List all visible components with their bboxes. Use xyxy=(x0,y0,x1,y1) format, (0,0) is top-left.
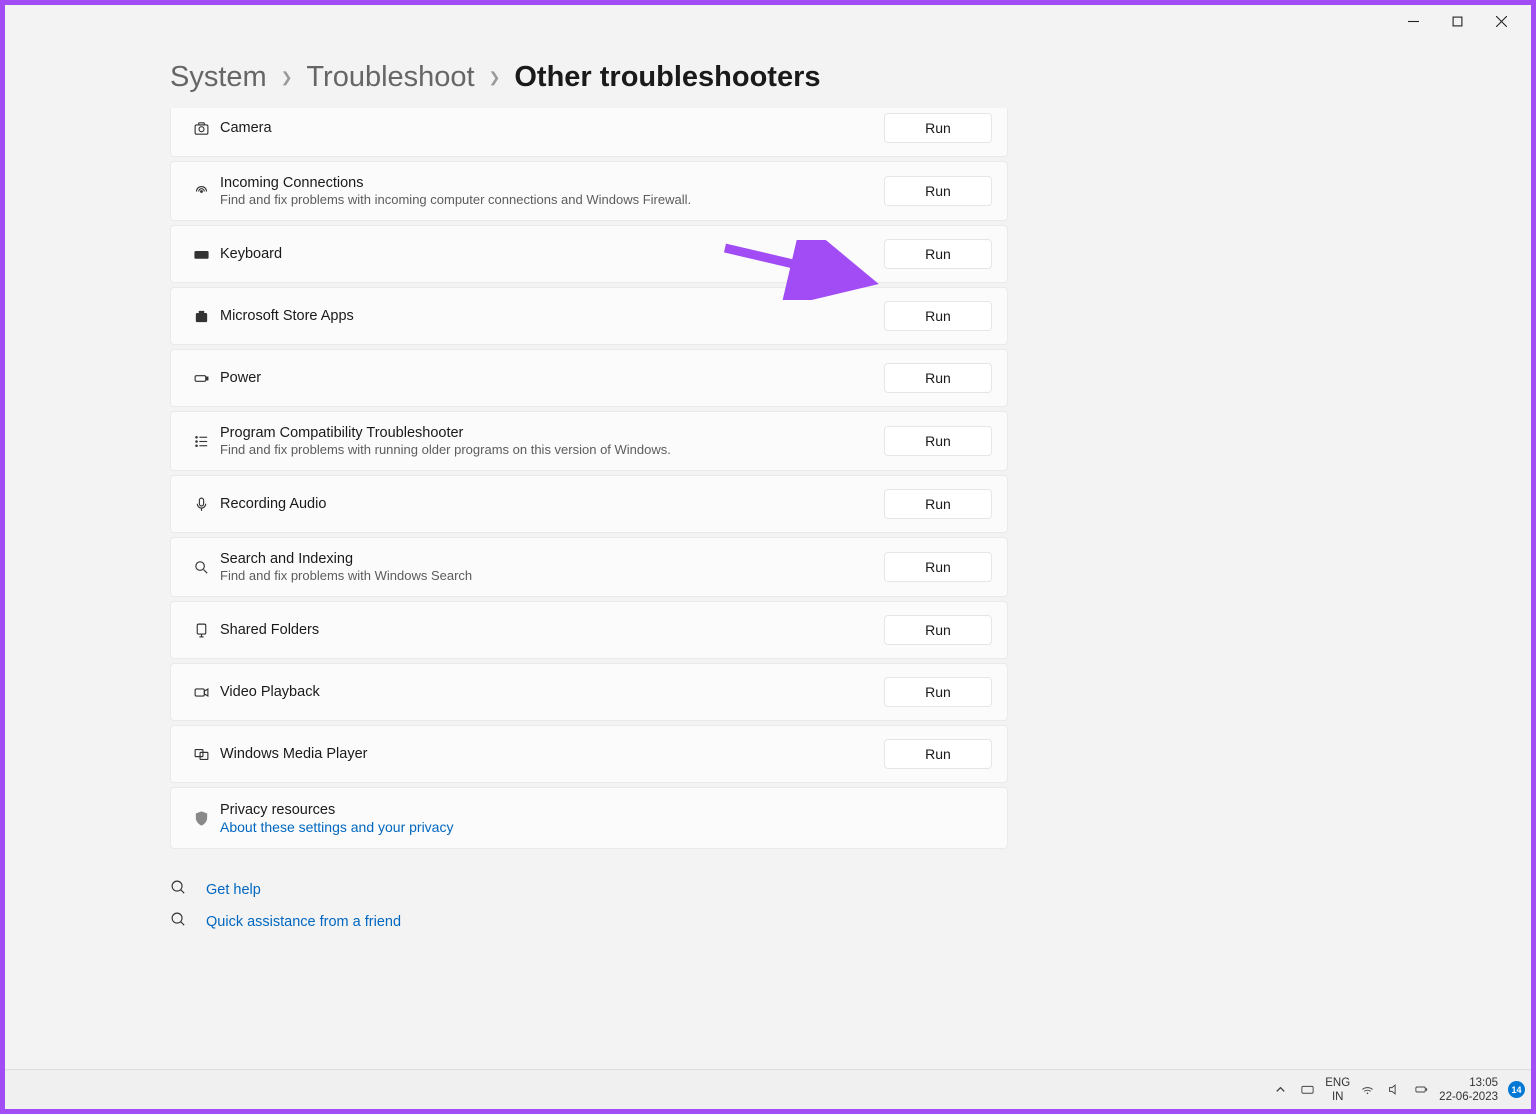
troubleshooter-row-program-compatibility: Program Compatibility TroubleshooterFind… xyxy=(170,411,1008,471)
row-title: Power xyxy=(220,370,884,386)
get-help-text: Get help xyxy=(206,882,261,898)
row-title: Recording Audio xyxy=(220,496,884,512)
run-button-windows-media-player[interactable]: Run xyxy=(884,739,992,769)
row-title: Windows Media Player xyxy=(220,746,884,762)
get-help-link[interactable]: Get help xyxy=(170,879,1531,901)
search-icon xyxy=(186,559,216,576)
keyboard-icon xyxy=(186,246,216,263)
row-desc: Find and fix problems with Windows Searc… xyxy=(220,568,884,583)
troubleshooter-row-camera: Camera Run xyxy=(170,108,1008,157)
taskbar: ENG IN 13:05 22-06-2023 14 xyxy=(5,1069,1531,1109)
close-button[interactable] xyxy=(1479,7,1523,35)
run-button-program-compatibility[interactable]: Run xyxy=(884,426,992,456)
privacy-link[interactable]: About these settings and your privacy xyxy=(220,819,992,835)
system-tray[interactable] xyxy=(1273,1082,1315,1097)
volume-icon[interactable] xyxy=(1387,1082,1402,1097)
row-title: Program Compatibility Troubleshooter xyxy=(220,425,884,441)
quick-assistance-text: Quick assistance from a friend xyxy=(206,914,401,930)
troubleshooter-row-video-playback: Video Playback Run xyxy=(170,663,1008,721)
row-title: Keyboard xyxy=(220,246,884,262)
row-desc: Find and fix problems with incoming comp… xyxy=(220,192,884,207)
chevron-right-icon: ❯ xyxy=(281,69,293,86)
content-area: System ❯ Troubleshoot ❯ Other troublesho… xyxy=(5,37,1531,1109)
row-title: Microsoft Store Apps xyxy=(220,308,884,324)
run-button-camera[interactable]: Run xyxy=(884,113,992,143)
troubleshooter-row-windows-media-player: Windows Media Player Run xyxy=(170,725,1008,783)
signal-icon xyxy=(186,183,216,200)
run-button-microsoft-store-apps[interactable]: Run xyxy=(884,301,992,331)
lang-region: IN xyxy=(1325,1090,1350,1104)
breadcrumb-troubleshoot[interactable]: Troubleshoot xyxy=(306,61,474,94)
share-icon xyxy=(186,622,216,639)
chevron-right-icon: ❯ xyxy=(489,69,501,86)
battery-icon xyxy=(186,370,216,387)
run-button-power[interactable]: Run xyxy=(884,363,992,393)
breadcrumb-system[interactable]: System xyxy=(170,61,267,94)
troubleshooter-list: Camera Run Incoming ConnectionsFind and … xyxy=(170,108,1008,849)
list-icon xyxy=(186,433,216,450)
chevron-up-icon[interactable] xyxy=(1273,1082,1288,1097)
run-button-search-indexing[interactable]: Run xyxy=(884,552,992,582)
row-title: Shared Folders xyxy=(220,622,884,638)
help-icon xyxy=(170,879,190,901)
troubleshooter-row-shared-folders: Shared Folders Run xyxy=(170,601,1008,659)
battery-tray-icon[interactable] xyxy=(1414,1082,1429,1097)
shield-icon xyxy=(186,810,216,827)
run-button-keyboard[interactable]: Run xyxy=(884,239,992,269)
notification-badge[interactable]: 14 xyxy=(1508,1081,1525,1098)
breadcrumb-current: Other troubleshooters xyxy=(514,61,820,94)
settings-window: System ❯ Troubleshoot ❯ Other troublesho… xyxy=(5,5,1531,1109)
microphone-icon xyxy=(186,496,216,513)
language-indicator[interactable]: ENG IN xyxy=(1325,1076,1350,1104)
media-player-icon xyxy=(186,746,216,763)
system-tray-2[interactable] xyxy=(1360,1082,1429,1097)
privacy-title: Privacy resources xyxy=(220,802,992,818)
keyboard-tray-icon[interactable] xyxy=(1300,1082,1315,1097)
troubleshooter-row-search-indexing: Search and IndexingFind and fix problems… xyxy=(170,537,1008,597)
titlebar xyxy=(5,5,1531,37)
help-links: Get help Quick assistance from a friend xyxy=(170,879,1531,933)
store-icon xyxy=(186,308,216,325)
run-button-recording-audio[interactable]: Run xyxy=(884,489,992,519)
time: 13:05 xyxy=(1439,1076,1498,1090)
troubleshooter-row-recording-audio: Recording Audio Run xyxy=(170,475,1008,533)
row-title: Camera xyxy=(220,120,884,136)
row-title: Video Playback xyxy=(220,684,884,700)
lang-code: ENG xyxy=(1325,1076,1350,1090)
row-title: Incoming Connections xyxy=(220,175,884,191)
video-icon xyxy=(186,684,216,701)
troubleshooter-row-incoming-connections: Incoming ConnectionsFind and fix problem… xyxy=(170,161,1008,221)
camera-icon xyxy=(186,120,216,137)
date: 22-06-2023 xyxy=(1439,1090,1498,1104)
minimize-button[interactable] xyxy=(1391,7,1435,35)
row-title: Search and Indexing xyxy=(220,551,884,567)
row-desc: Find and fix problems with running older… xyxy=(220,442,884,457)
troubleshooter-row-microsoft-store-apps: Microsoft Store Apps Run xyxy=(170,287,1008,345)
run-button-video-playback[interactable]: Run xyxy=(884,677,992,707)
quick-assist-icon xyxy=(170,911,190,933)
run-button-shared-folders[interactable]: Run xyxy=(884,615,992,645)
quick-assistance-link[interactable]: Quick assistance from a friend xyxy=(170,911,1531,933)
troubleshooter-row-power: Power Run xyxy=(170,349,1008,407)
clock[interactable]: 13:05 22-06-2023 xyxy=(1439,1076,1498,1104)
wifi-icon[interactable] xyxy=(1360,1082,1375,1097)
troubleshooter-row-keyboard: Keyboard Run xyxy=(170,225,1008,283)
breadcrumb: System ❯ Troubleshoot ❯ Other troublesho… xyxy=(170,61,1531,94)
run-button-incoming-connections[interactable]: Run xyxy=(884,176,992,206)
maximize-button[interactable] xyxy=(1435,7,1479,35)
privacy-resources-row: Privacy resources About these settings a… xyxy=(170,787,1008,849)
